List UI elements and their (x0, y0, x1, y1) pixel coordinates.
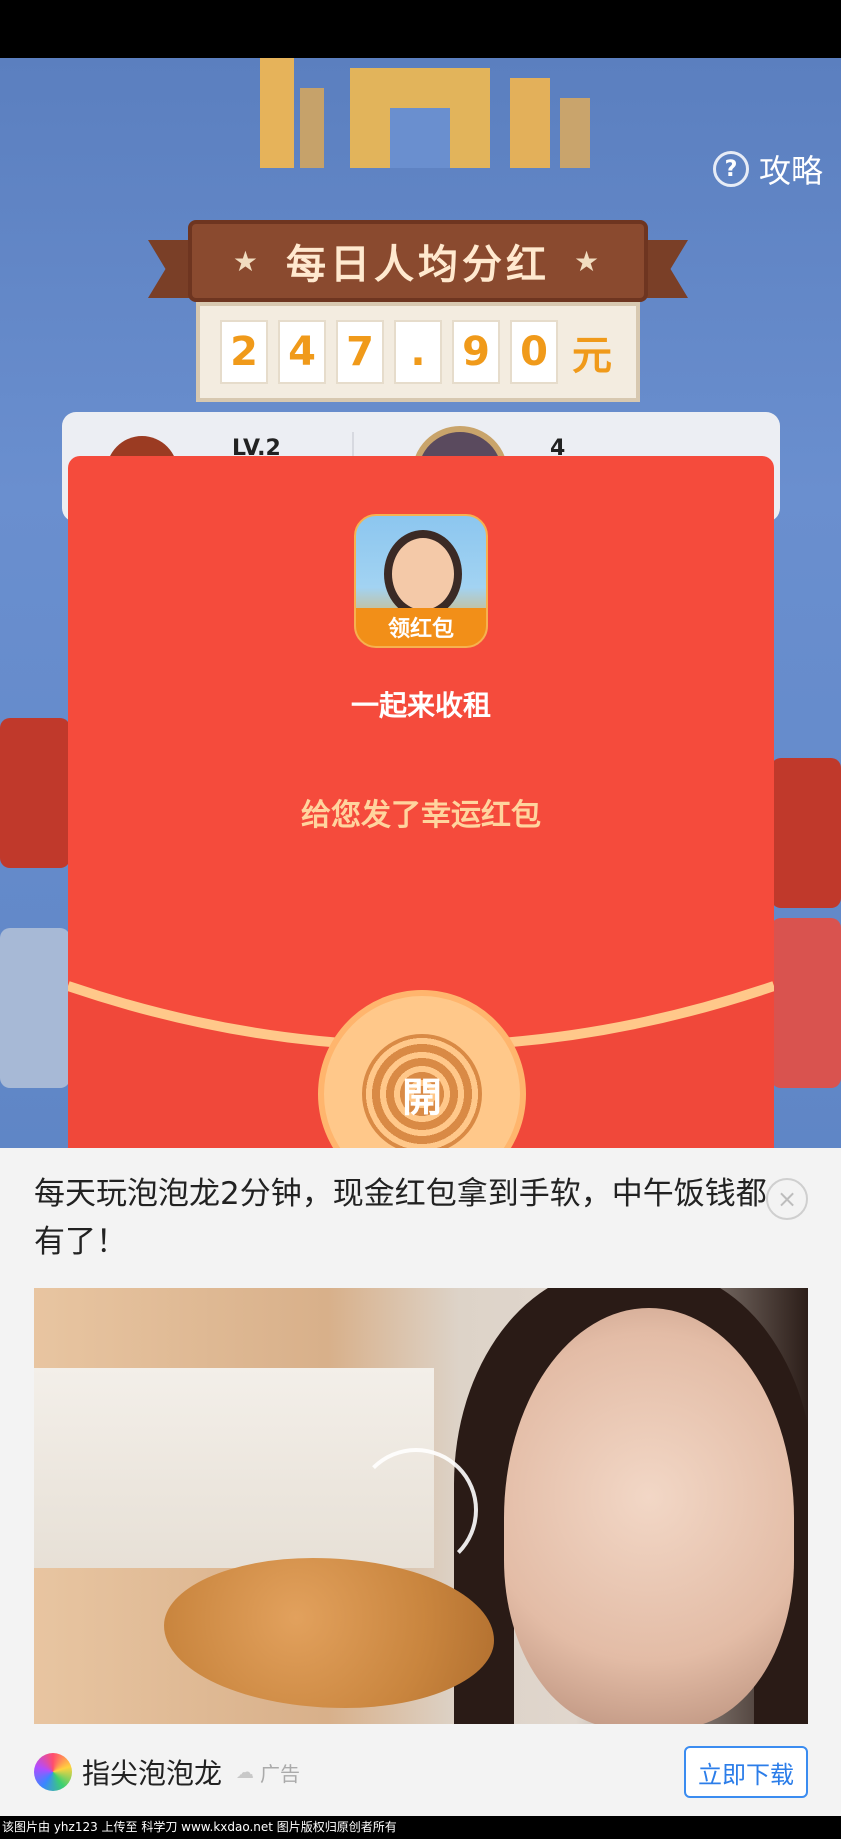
close-icon[interactable]: × (766, 1178, 808, 1220)
red-packet-modal: 领红包 一起来收租 给您发了幸运红包 開 (68, 456, 774, 1148)
watermark-text: 该图片由 yhz123 上传至 科学刀 www.kxdao.net 图片版权归原… (0, 1816, 841, 1839)
dividend-amount-board: 2 4 7 . 9 0 元 (196, 302, 640, 402)
question-circle-icon: ? (712, 151, 749, 187)
amount-digit: 7 (336, 320, 384, 384)
cloud-icon: ☁ (236, 1761, 255, 1783)
woman-face-illustration (504, 1308, 794, 1724)
app-icon-label: 领红包 (356, 608, 486, 646)
character-face (384, 530, 462, 618)
open-glyph: 開 (362, 1034, 482, 1148)
city-skyline-illustration (260, 58, 590, 168)
ad-panel: 每天玩泡泡龙2分钟，现金红包拿到手软，中午饭钱都有了！ × 指尖泡泡龙 ☁ 广告… (0, 1148, 841, 1816)
amount-digit: . (394, 320, 442, 384)
download-button[interactable]: 立即下载 (684, 1746, 808, 1798)
star-icon: ★ (232, 244, 262, 278)
banner-title: 每日人均分红 (286, 242, 550, 288)
app-icon: 领红包 (354, 514, 488, 648)
sender-name: 一起来收租 (350, 689, 491, 722)
amount-digit: 4 (278, 320, 326, 384)
guide-label: 攻略 (758, 152, 823, 190)
ad-app-name[interactable]: 指尖泡泡龙 (82, 1752, 222, 1792)
side-shake-widget-left[interactable] (0, 928, 70, 1088)
amount-digit: 0 (510, 320, 558, 384)
loading-spinner-icon (354, 1448, 478, 1572)
side-redpacket-widget-left[interactable] (0, 718, 70, 868)
fried-chicken-illustration (164, 1558, 494, 1708)
daily-dividend-banner: ★ 每日人均分红 ★ 2 4 7 . 9 0 元 (148, 220, 688, 410)
ad-image[interactable] (34, 1288, 808, 1724)
banner-ribbon: ★ 每日人均分红 ★ (188, 220, 648, 302)
app-logo-icon (34, 1753, 72, 1791)
lucky-packet-message: 给您发了幸运红包 (301, 798, 541, 833)
status-bar (0, 0, 841, 58)
amount-digit: 9 (452, 320, 500, 384)
amount-unit: 元 (572, 333, 612, 379)
ad-footer: 指尖泡泡龙 ☁ 广告 立即下载 (34, 1744, 808, 1800)
side-redpacket-widget-right[interactable] (771, 758, 841, 908)
side-gift-widget-right[interactable] (771, 918, 841, 1088)
ad-title[interactable]: 每天玩泡泡龙2分钟，现金红包拿到手软，中午饭钱都有了！ (34, 1170, 774, 1266)
ad-tag: 广告 (260, 1761, 301, 1786)
star-icon: ★ (574, 244, 604, 278)
amount-digit: 2 (220, 320, 268, 384)
guide-button[interactable]: ? 攻略 (712, 146, 823, 192)
